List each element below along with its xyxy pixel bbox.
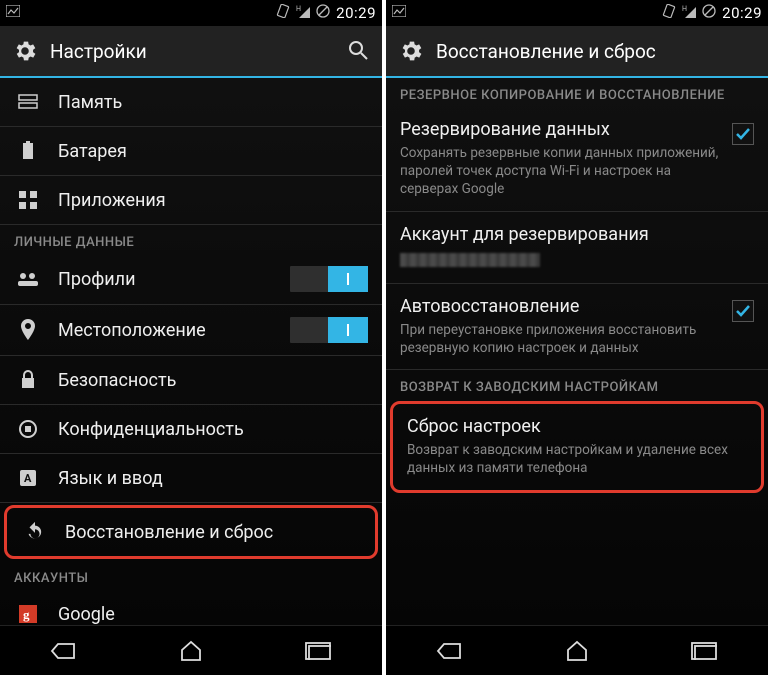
search-icon[interactable]	[346, 38, 372, 64]
row-label: Конфиденциальность	[58, 419, 368, 440]
section-reset: ВОЗВРАТ К ЗАВОДСКИМ НАСТРОЙКАМ	[386, 370, 768, 399]
google-icon: g	[14, 602, 42, 625]
account-value-blurred	[400, 253, 540, 267]
signal-icon: H	[682, 4, 696, 22]
action-bar: Восстановление и сброс	[386, 26, 768, 78]
row-label: Google	[58, 604, 368, 625]
row-location[interactable]: Местоположение	[0, 305, 382, 356]
phone-right: H 20:29 Восстановление и сброс РЕЗЕРВНОЕ…	[386, 0, 768, 675]
phone-left: H 20:29 Настройки Память Батарея Приложе…	[0, 0, 382, 675]
apps-icon	[14, 188, 42, 212]
settings-gear-icon	[10, 36, 40, 66]
section-accounts: АККАУНТЫ	[0, 561, 382, 590]
nav-bar	[386, 625, 768, 675]
data-off-icon	[702, 4, 716, 22]
status-time: 20:29	[336, 4, 376, 22]
section-personal: ЛИЧНЫЕ ДАННЫЕ	[0, 225, 382, 254]
data-off-icon	[316, 4, 330, 22]
row-apps[interactable]: Приложения	[0, 176, 382, 225]
row-privacy[interactable]: Конфиденциальность	[0, 405, 382, 454]
nav-home[interactable]	[547, 636, 607, 666]
row-google[interactable]: g Google	[0, 590, 382, 625]
row-label: Безопасность	[58, 370, 368, 391]
status-time: 20:29	[722, 4, 762, 22]
action-bar: Настройки	[0, 26, 382, 78]
row-memory[interactable]: Память	[0, 78, 382, 127]
battery-icon	[14, 139, 42, 163]
row-label: Батарея	[58, 141, 368, 162]
row-subtitle: Сохранять резервные копии данных приложе…	[400, 144, 722, 199]
row-auto-restore[interactable]: Автовосстановление При переустановке при…	[386, 284, 768, 370]
checkbox-backup-data[interactable]	[732, 123, 754, 145]
highlight-backup-reset: Восстановление и сброс	[4, 505, 378, 559]
section-backup: РЕЗЕРВНОЕ КОПИРОВАНИЕ И ВОССТАНОВЛЕНИЕ	[386, 78, 768, 107]
lock-icon	[14, 368, 42, 392]
row-profiles[interactable]: Профили	[0, 254, 382, 305]
rotation-lock-icon	[662, 4, 676, 22]
gallery-icon	[6, 5, 20, 21]
status-bar: H 20:29	[0, 0, 382, 26]
row-factory-reset[interactable]: Сброс настроек Возврат к заводским настр…	[393, 404, 761, 489]
svg-text:g: g	[23, 607, 30, 622]
nav-bar	[0, 625, 382, 675]
nav-recent[interactable]	[288, 636, 348, 666]
row-backup-reset[interactable]: Восстановление и сброс	[7, 508, 375, 556]
row-language[interactable]: A Язык и ввод	[0, 454, 382, 503]
settings-gear-icon[interactable]	[396, 36, 426, 66]
signal-icon: H	[296, 4, 310, 22]
status-bar: H 20:29	[386, 0, 768, 26]
rotation-lock-icon	[276, 4, 290, 22]
page-title: Восстановление и сброс	[436, 40, 758, 63]
profiles-icon	[14, 267, 42, 291]
gallery-icon	[392, 5, 406, 21]
row-label: Местоположение	[58, 320, 290, 341]
restore-icon	[21, 520, 49, 544]
location-icon	[14, 318, 42, 342]
row-title: Аккаунт для резервирования	[400, 224, 754, 245]
content-scroll[interactable]: Память Батарея Приложения ЛИЧНЫЕ ДАННЫЕ …	[0, 78, 382, 625]
language-icon: A	[14, 466, 42, 490]
svg-text:H: H	[682, 5, 687, 13]
row-backup-account[interactable]: Аккаунт для резервирования	[386, 212, 768, 284]
row-security[interactable]: Безопасность	[0, 356, 382, 405]
row-title: Сброс настроек	[407, 416, 747, 437]
row-battery[interactable]: Батарея	[0, 127, 382, 176]
page-title: Настройки	[50, 40, 346, 63]
svg-text:H: H	[296, 5, 301, 13]
toggle-location[interactable]	[290, 317, 368, 343]
toggle-profiles[interactable]	[290, 266, 368, 292]
nav-home[interactable]	[161, 636, 221, 666]
row-label: Язык и ввод	[58, 468, 368, 489]
nav-recent[interactable]	[674, 636, 734, 666]
checkbox-auto-restore[interactable]	[732, 300, 754, 322]
highlight-factory-reset: Сброс настроек Возврат к заводским настр…	[390, 401, 764, 492]
row-subtitle: При переустановке приложения восстановит…	[400, 321, 722, 357]
row-label: Память	[58, 92, 368, 113]
row-label: Восстановление и сброс	[65, 522, 361, 543]
row-backup-data[interactable]: Резервирование данных Сохранять резервны…	[386, 107, 768, 212]
svg-text:A: A	[24, 472, 32, 485]
privacy-icon	[14, 417, 42, 441]
nav-back[interactable]	[420, 636, 480, 666]
content-scroll[interactable]: РЕЗЕРВНОЕ КОПИРОВАНИЕ И ВОССТАНОВЛЕНИЕ Р…	[386, 78, 768, 625]
nav-back[interactable]	[34, 636, 94, 666]
row-title: Резервирование данных	[400, 119, 722, 140]
row-subtitle: Возврат к заводским настройкам и удалени…	[407, 441, 747, 477]
row-label: Приложения	[58, 190, 368, 211]
storage-icon	[14, 90, 42, 114]
row-title: Автовосстановление	[400, 296, 722, 317]
row-label: Профили	[58, 269, 290, 290]
